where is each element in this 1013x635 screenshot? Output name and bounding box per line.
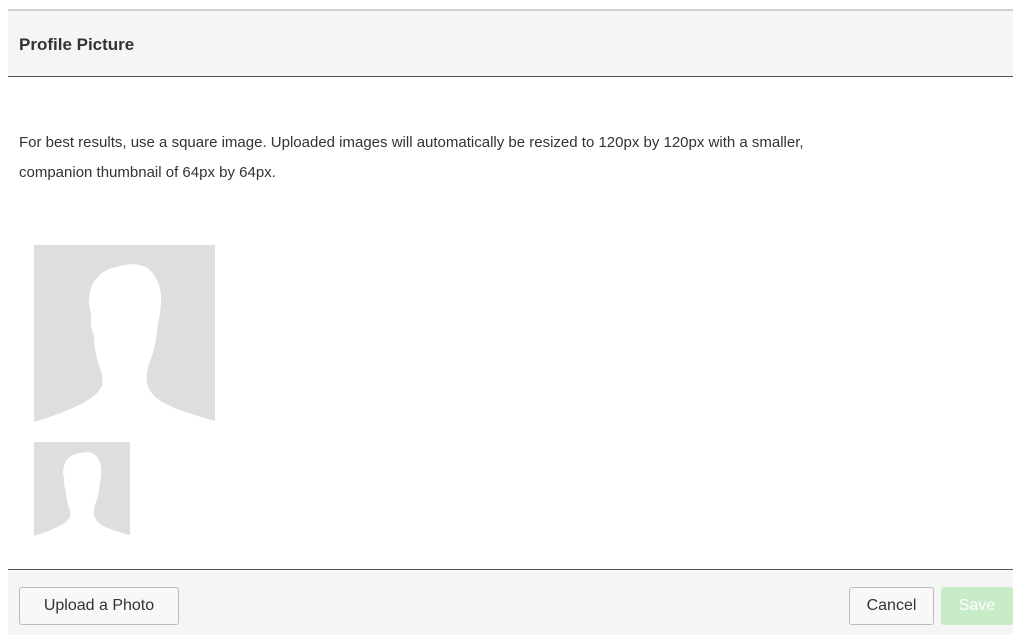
dialog-header: Profile Picture bbox=[8, 11, 1013, 77]
instructions-text: For best results, use a square image. Up… bbox=[19, 128, 1004, 188]
person-silhouette-icon bbox=[34, 442, 130, 538]
dialog-title: Profile Picture bbox=[19, 35, 135, 54]
dialog-footer: Upload a Photo Cancel Save bbox=[8, 569, 1013, 635]
small-avatar-preview bbox=[34, 442, 130, 538]
save-button[interactable]: Save bbox=[941, 587, 1013, 625]
large-avatar-preview bbox=[34, 245, 215, 426]
upload-photo-button[interactable]: Upload a Photo bbox=[19, 587, 179, 625]
profile-picture-dialog: Profile Picture For best results, use a … bbox=[0, 0, 1013, 635]
cancel-button[interactable]: Cancel bbox=[849, 587, 934, 625]
person-silhouette-icon bbox=[34, 245, 215, 426]
instructions-line-1: For best results, use a square image. Up… bbox=[19, 134, 804, 151]
instructions-line-2: companion thumbnail of 64px by 64px. bbox=[19, 164, 276, 181]
